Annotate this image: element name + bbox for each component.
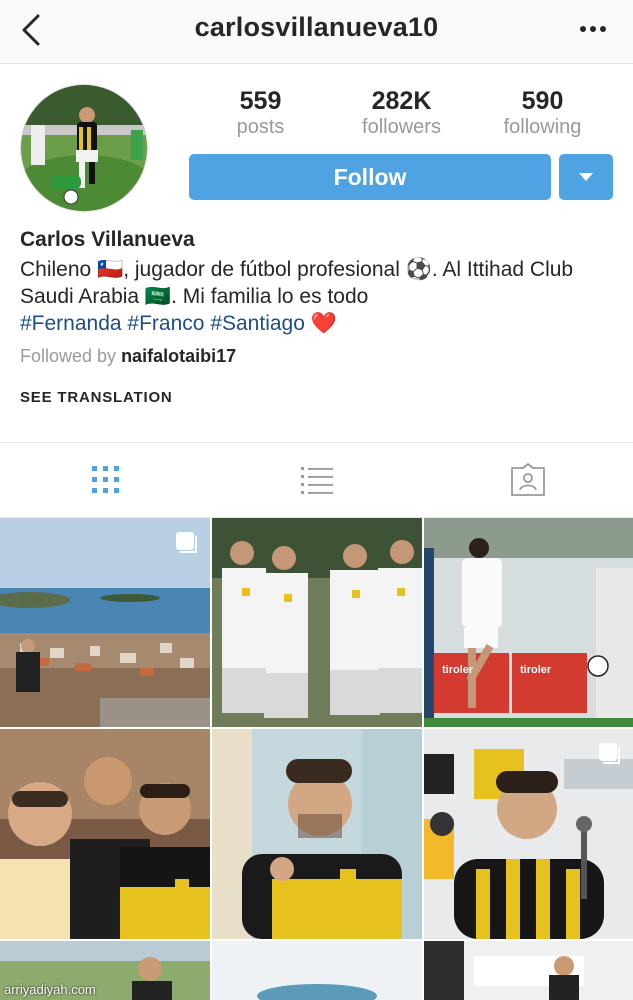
top-bar: carlosvillanueva10 bbox=[0, 0, 633, 64]
hashtag-link[interactable]: #Santiago bbox=[210, 312, 305, 335]
multiple-photos-icon bbox=[176, 532, 197, 553]
followers-label: followers bbox=[362, 116, 441, 138]
more-icon bbox=[580, 26, 606, 32]
followers-count: 282K bbox=[371, 87, 432, 115]
post-thumbnail[interactable]: tiroler tiroler bbox=[424, 518, 633, 727]
see-translation-link[interactable]: SEE TRANSLATION bbox=[20, 389, 173, 406]
svg-text:tiroler: tiroler bbox=[442, 664, 474, 676]
photo-grid: tiroler tiroler arriyadiyah.com bbox=[0, 518, 633, 1000]
multiple-photos-icon bbox=[599, 743, 620, 764]
followed-by: Followed by naifalotaibi17 bbox=[20, 346, 236, 367]
post-image bbox=[0, 729, 210, 939]
followers-stat[interactable]: 282K followers bbox=[337, 86, 467, 138]
following-label: following bbox=[503, 116, 582, 138]
post-image bbox=[424, 941, 633, 1000]
svg-text:tiroler: tiroler bbox=[520, 664, 552, 676]
post-thumbnail[interactable] bbox=[212, 941, 422, 1000]
bio-text: Chileno 🇨🇱, jugador de fútbol profesiona… bbox=[20, 258, 574, 308]
hashtag-link[interactable]: #Fernanda bbox=[20, 312, 122, 335]
profile-bio: Chileno 🇨🇱, jugador de fútbol profesiona… bbox=[20, 256, 620, 337]
caret-down-icon bbox=[579, 173, 593, 181]
post-thumbnail[interactable] bbox=[0, 518, 210, 727]
profile-full-name: Carlos Villanueva bbox=[20, 228, 195, 251]
profile-tabs bbox=[0, 442, 633, 518]
post-image bbox=[212, 518, 422, 727]
following-count: 590 bbox=[521, 87, 564, 115]
followed-by-prefix: Followed by bbox=[20, 346, 117, 366]
post-thumbnail[interactable] bbox=[212, 518, 422, 727]
suggestions-dropdown-button[interactable] bbox=[559, 154, 613, 200]
profile-photo bbox=[21, 85, 147, 211]
profile-stats: 559 posts 282K followers 590 following bbox=[190, 86, 613, 138]
post-image: tiroler tiroler bbox=[424, 518, 633, 727]
follow-button[interactable]: Follow bbox=[189, 154, 551, 200]
more-options-button[interactable] bbox=[573, 14, 613, 44]
watermark: arriyadiyah.com bbox=[4, 982, 96, 997]
tab-grid[interactable] bbox=[0, 443, 211, 517]
posts-count: 559 bbox=[239, 87, 282, 115]
list-icon bbox=[300, 467, 333, 494]
post-thumbnail[interactable] bbox=[212, 729, 422, 939]
posts-stat[interactable]: 559 posts bbox=[196, 86, 326, 138]
page-title: carlosvillanueva10 bbox=[194, 12, 439, 42]
grid-icon bbox=[91, 466, 119, 493]
tab-tagged[interactable] bbox=[422, 443, 633, 517]
tab-list[interactable] bbox=[211, 443, 422, 517]
post-thumbnail[interactable] bbox=[424, 729, 633, 939]
hashtag-link[interactable]: #Franco bbox=[127, 312, 204, 335]
posts-label: posts bbox=[236, 116, 285, 138]
following-stat[interactable]: 590 following bbox=[478, 86, 608, 138]
post-thumbnail[interactable] bbox=[0, 729, 210, 939]
post-image bbox=[212, 729, 422, 939]
avatar[interactable] bbox=[20, 84, 148, 212]
post-image bbox=[212, 941, 422, 1000]
post-thumbnail[interactable] bbox=[424, 941, 633, 1000]
tagged-icon bbox=[510, 463, 545, 496]
heart-emoji: ❤️ bbox=[310, 312, 337, 335]
followed-by-user-link[interactable]: naifalotaibi17 bbox=[121, 346, 236, 366]
